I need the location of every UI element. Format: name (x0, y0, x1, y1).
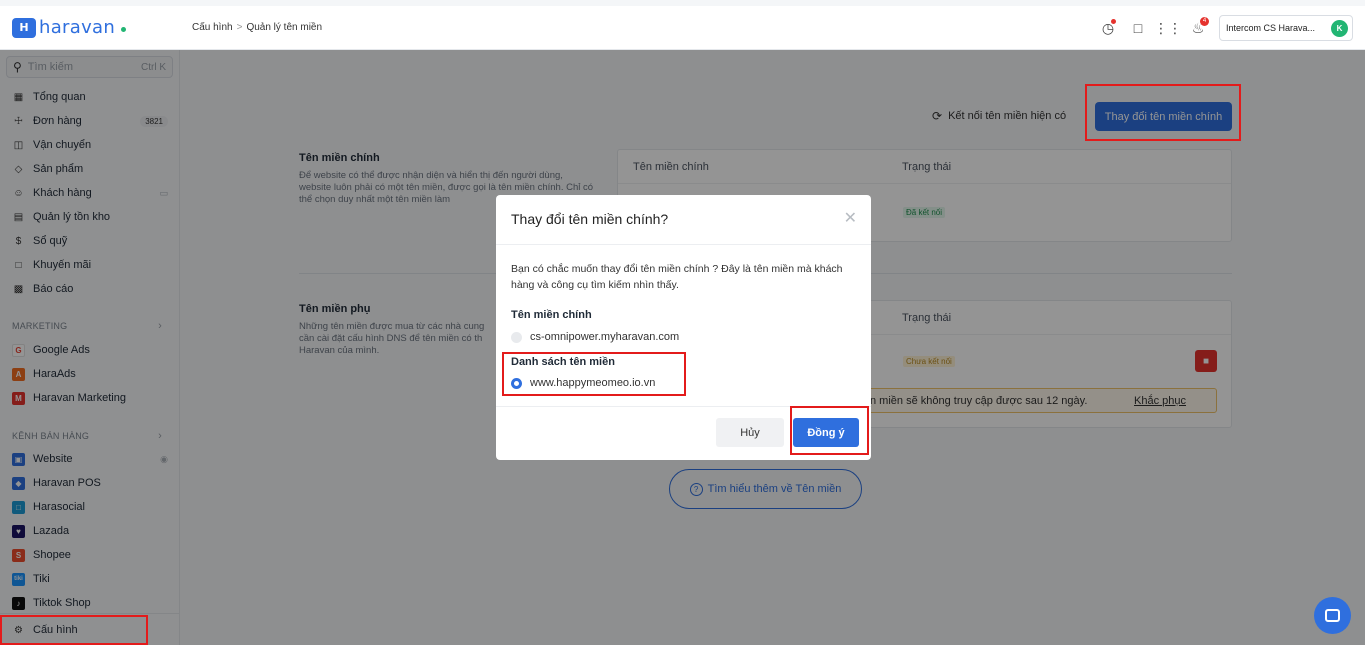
bell-icon[interactable]: ♨ 4 (1183, 13, 1213, 43)
current-domain-option: cs-omnipower.myharavan.com (511, 331, 679, 343)
current-domain-value: cs-omnipower.myharavan.com (530, 331, 680, 343)
logo-mark: H (12, 17, 36, 38)
radio-disabled (511, 331, 522, 343)
highlight-settings (0, 615, 148, 645)
breadcrumb-parent[interactable]: Cấu hình (192, 22, 233, 33)
breadcrumb-separator: > (236, 22, 243, 33)
status-dot (121, 27, 127, 32)
current-domain-label: Tên miền chính (511, 309, 592, 321)
chat-launcher[interactable] (1314, 597, 1351, 634)
top-icons: ◷ □ ⋮⋮ ♨ 4 Intercom CS Harava... K (1093, 6, 1365, 50)
breadcrumb: Cấu hình > Quản lý tên miền (192, 22, 322, 33)
notification-badge: 4 (1200, 17, 1209, 26)
avatar: K (1331, 19, 1348, 37)
modal-header: Thay đổi tên miền chính? ✕ (496, 195, 871, 245)
modal-message: Bạn có chắc muốn thay đổi tên miền chính… (511, 263, 843, 291)
top-bar: H haravan Cấu hình > Quản lý tên miền ◷ □ … (0, 6, 1365, 50)
feedback-icon[interactable]: □ (1123, 13, 1153, 43)
breadcrumb-current: Quản lý tên miền (246, 22, 323, 33)
account-switcher[interactable]: Intercom CS Harava... K (1219, 15, 1353, 41)
logo-text: haravan (39, 17, 116, 38)
account-name: Intercom CS Harava... (1226, 23, 1316, 33)
haravan-logo[interactable]: H haravan (12, 17, 127, 38)
activity-dot (1111, 19, 1116, 24)
highlight-change-button (1085, 84, 1241, 141)
modal-title: Thay đổi tên miền chính? (511, 211, 669, 227)
highlight-domain-list (502, 352, 686, 396)
chat-icon (1325, 609, 1340, 622)
cancel-button[interactable]: Hủy (716, 418, 784, 447)
activity-icon[interactable]: ◷ (1093, 13, 1123, 43)
highlight-confirm-button (790, 406, 869, 455)
close-icon[interactable]: ✕ (844, 208, 857, 228)
apps-grid-icon[interactable]: ⋮⋮ (1153, 13, 1183, 43)
